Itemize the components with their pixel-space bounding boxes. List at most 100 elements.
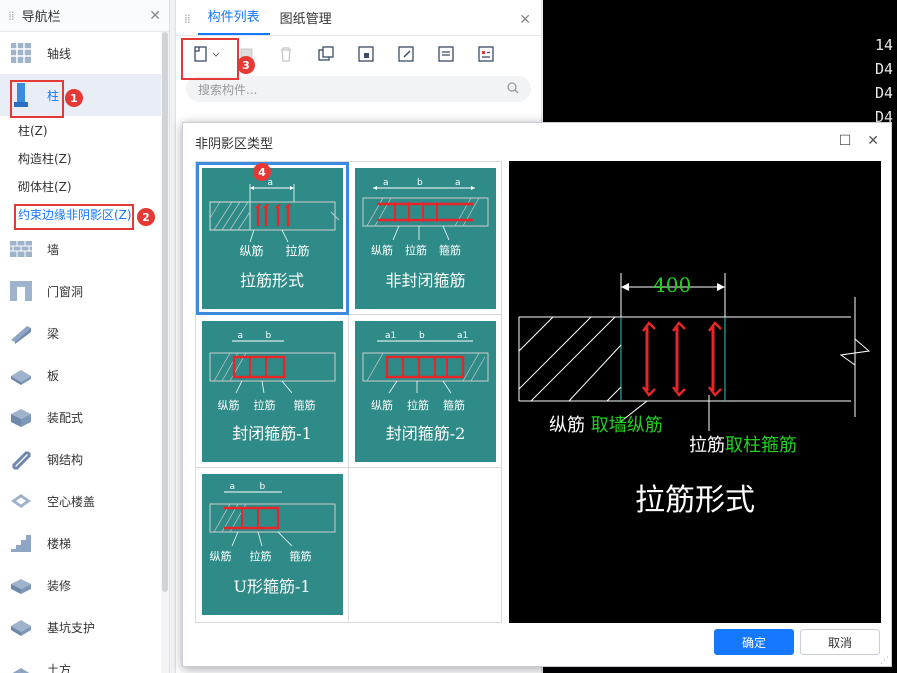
cad-text: 14 xyxy=(874,36,893,54)
nav-item-hollow-floor[interactable]: 空心楼盖 xyxy=(0,480,169,522)
edit-properties-icon[interactable] xyxy=(386,39,426,69)
attribute-table-icon[interactable] xyxy=(466,39,506,69)
search-icon[interactable] xyxy=(507,81,519,97)
rebar-label: 拉筋 xyxy=(253,398,276,412)
sub-item-masonry-column[interactable]: 砌体柱(Z) xyxy=(0,172,169,200)
type-preview: 400 纵筋 取墙纵筋 拉筋取柱箍筋 拉筋形式 xyxy=(509,161,881,623)
dim-label: b xyxy=(419,330,425,341)
nav-item-axis[interactable]: 轴线 xyxy=(0,32,169,74)
nav-item-label: 装修 xyxy=(47,578,72,593)
nav-scrollbar[interactable] xyxy=(161,32,169,673)
nav-item-door-window[interactable]: 门窗洞 xyxy=(0,270,169,312)
nav-item-pit-support[interactable]: 基坑支护 xyxy=(0,606,169,648)
cad-text: D4 xyxy=(874,84,893,102)
nav-item-prefab[interactable]: 装配式 xyxy=(0,396,169,438)
delete-icon[interactable] xyxy=(266,39,306,69)
rebar-label: 箍筋 xyxy=(443,398,465,412)
nav-item-label: 板 xyxy=(47,368,60,383)
rebar-label: 拉筋 xyxy=(405,243,427,257)
maximize-icon[interactable]: ☐ xyxy=(839,133,852,149)
rebar-label: 纵筋 xyxy=(239,243,264,258)
type-card-closed-stirrup-1[interactable]: a b 纵筋 拉筋 箍筋 封闭箍筋-1 xyxy=(196,315,349,468)
confirm-button[interactable]: 确定 xyxy=(714,629,794,655)
nav-item-decoration[interactable]: 装修 xyxy=(0,564,169,606)
nav-item-label: 墙 xyxy=(47,242,60,257)
dim-label: a1 xyxy=(385,330,397,341)
rebar-label: 纵筋 xyxy=(371,243,393,257)
scroll-thumb[interactable] xyxy=(162,32,168,592)
preview-caption: 拉筋形式 xyxy=(635,483,755,518)
decoration-icon xyxy=(8,572,34,598)
nav-item-earthwork[interactable]: 土方 xyxy=(0,648,169,673)
preview-diagram xyxy=(518,273,871,431)
resize-grip-icon[interactable]: ⋰ xyxy=(880,656,889,666)
annotation-box-3 xyxy=(181,38,239,80)
earthwork-icon xyxy=(8,656,34,673)
wall-icon xyxy=(8,236,34,262)
type-grid: a 纵筋 拉筋 拉筋形式 a b a 纵筋 拉筋 箍筋 非封闭箍筋 a b 纵筋… xyxy=(195,161,502,623)
label-prefix: 纵筋 xyxy=(549,415,585,436)
sub-item-column[interactable]: 柱(Z) xyxy=(0,116,169,144)
nav-item-label: 装配式 xyxy=(47,410,84,425)
tab-drawing-management[interactable]: 图纸管理 xyxy=(270,8,342,35)
preview-label-1: 纵筋 取墙纵筋 xyxy=(549,411,663,437)
dim-label: b xyxy=(265,330,272,341)
search-placeholder: 搜索构件... xyxy=(198,82,258,97)
prefab-icon xyxy=(8,404,34,430)
drag-handle-icon[interactable]: ⁞⁞ xyxy=(184,12,191,26)
rebar-label: 箍筋 xyxy=(293,398,316,412)
nav-header: ⁞⁞ 导航栏 ✕ xyxy=(0,0,169,32)
rebar-label: 拉筋 xyxy=(285,243,310,258)
nav-item-beam[interactable]: 梁 xyxy=(0,312,169,354)
nav-item-label: 空心楼盖 xyxy=(47,494,96,509)
floor-copy-icon[interactable] xyxy=(346,39,386,69)
dim-label: b xyxy=(417,177,423,188)
dim-label: a xyxy=(455,177,461,188)
card-closed-stirrup-2: a1 b a1 纵筋 拉筋 箍筋 封闭箍筋-2 xyxy=(355,320,496,462)
annotation-badge-2: 2 xyxy=(137,208,155,226)
dim-label: a xyxy=(383,177,389,188)
type-card-tie-bar[interactable]: a 纵筋 拉筋 拉筋形式 xyxy=(196,162,349,315)
panel-tabs: ⁞⁞ 构件列表 图纸管理 ✕ xyxy=(176,0,541,36)
nav-item-steel[interactable]: 钢结构 xyxy=(0,438,169,480)
dim-label: a xyxy=(229,482,236,492)
list-view-icon[interactable] xyxy=(426,39,466,69)
type-card-closed-stirrup-2[interactable]: a1 b a1 纵筋 拉筋 箍筋 封闭箍筋-2 xyxy=(349,315,502,468)
rebar-label: 箍筋 xyxy=(439,243,461,257)
sub-item-constructional-column[interactable]: 构造柱(Z) xyxy=(0,144,169,172)
hollow-floor-icon xyxy=(8,488,34,514)
rebar-label: 纵筋 xyxy=(209,550,232,563)
drag-handle-icon[interactable]: ⁞⁞ xyxy=(8,9,15,23)
close-icon[interactable]: ✕ xyxy=(519,12,531,28)
type-card-open-stirrup[interactable]: a b a 纵筋 拉筋 箍筋 非封闭箍筋 xyxy=(349,162,502,315)
rebar-label: 拉筋 xyxy=(249,550,272,563)
dialog-header: 非阴影区类型 ☐ ✕ xyxy=(183,123,891,161)
axis-grid-icon xyxy=(8,40,34,66)
card-name: U形箍筋-1 xyxy=(233,577,311,596)
rebar-label: 纵筋 xyxy=(217,398,240,412)
dim-label: a xyxy=(237,330,244,341)
annotation-badge-3: 3 xyxy=(237,56,255,74)
dim-label: a1 xyxy=(457,330,469,341)
card-closed-stirrup-1: a b 纵筋 拉筋 箍筋 封闭箍筋-1 xyxy=(201,320,343,462)
type-card-u-stirrup-1[interactable]: a b 纵筋 拉筋 箍筋 U形箍筋-1 xyxy=(196,468,349,621)
stair-icon xyxy=(8,530,34,556)
slab-icon xyxy=(8,362,34,388)
nav-item-slab[interactable]: 板 xyxy=(0,354,169,396)
dim-label: b xyxy=(259,482,266,492)
card-open-stirrup: a b a 纵筋 拉筋 箍筋 非封闭箍筋 xyxy=(355,167,496,309)
nav-item-stair[interactable]: 楼梯 xyxy=(0,522,169,564)
annotation-box-1 xyxy=(10,80,64,118)
cancel-button[interactable]: 取消 xyxy=(800,629,880,655)
steel-icon xyxy=(8,446,34,472)
duplicate-icon[interactable] xyxy=(306,39,346,69)
tab-component-list[interactable]: 构件列表 xyxy=(197,6,270,35)
pit-support-icon xyxy=(8,614,34,640)
dialog-title: 非阴影区类型 xyxy=(195,136,274,152)
nav-item-label: 基坑支护 xyxy=(47,620,96,635)
annotation-box-2 xyxy=(14,204,134,230)
close-icon[interactable]: ✕ xyxy=(149,8,161,24)
nav-item-wall[interactable]: 墙 xyxy=(0,228,169,270)
card-name: 封闭箍筋-2 xyxy=(385,423,466,443)
close-icon[interactable]: ✕ xyxy=(867,133,879,149)
